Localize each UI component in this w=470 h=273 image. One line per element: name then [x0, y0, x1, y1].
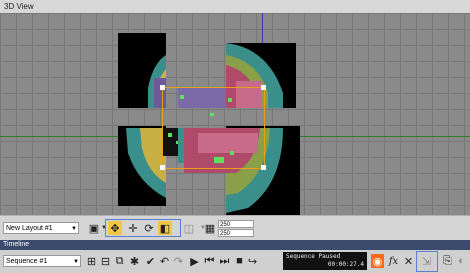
camera-icon[interactable]: ◫ [182, 221, 196, 235]
copy-icon[interactable]: ⎘ [441, 254, 454, 268]
scale-tool-icon[interactable]: ◧ [158, 221, 172, 235]
selection-box[interactable] [162, 87, 265, 169]
remove-icon[interactable]: ⊟ [99, 254, 112, 268]
check-icon[interactable]: ✔ [144, 254, 157, 268]
window-title: 3D View [0, 0, 470, 13]
timeline-header: Timeline [0, 240, 470, 250]
export-icon[interactable]: ⇲ [420, 254, 433, 268]
redo-icon[interactable]: ↷ [172, 254, 185, 268]
chevron-down-icon: ▼ [71, 226, 77, 232]
select-tool-icon[interactable]: ✥ [108, 221, 122, 235]
play-icon[interactable]: ▶ [188, 254, 201, 268]
resize-handle-top-left[interactable] [160, 85, 165, 90]
resize-handle-bottom-left[interactable] [160, 165, 165, 170]
view-toolbar: New Layout #1 ▼ ▣ ▼ ✥ ✛ ⟳ ◧ ◫ ▼ ▦ 250 25… [0, 215, 470, 241]
grid-icon[interactable]: ▦ [203, 221, 217, 235]
skip-forward-icon[interactable]: ⏭ [218, 254, 231, 268]
undo-icon[interactable]: ↶ [158, 254, 171, 268]
record-icon[interactable]: ◉ [371, 254, 384, 268]
playback-status: Sequence Paused 00:00:27.4 [283, 252, 367, 270]
toggle-icon[interactable]: ◐ [455, 254, 468, 268]
height-field[interactable]: 250 [218, 229, 254, 237]
settings-icon[interactable]: ✱ [128, 254, 141, 268]
layout-dropdown-value: New Layout #1 [6, 225, 53, 232]
sequence-dropdown[interactable]: Sequence #1 ▼ [3, 255, 81, 267]
add-icon[interactable]: ⊞ [85, 254, 98, 268]
width-field[interactable]: 250 [218, 220, 254, 228]
move-tool-icon[interactable]: ✛ [126, 221, 140, 235]
resize-handle-bottom-right[interactable] [261, 165, 266, 170]
sequence-dropdown-value: Sequence #1 [6, 258, 48, 265]
stop-icon[interactable]: ■ [233, 254, 246, 268]
rotate-tool-icon[interactable]: ⟳ [142, 221, 156, 235]
loop-icon[interactable]: ↪ [246, 254, 259, 268]
chevron-down-icon: ▼ [73, 259, 79, 265]
duplicate-icon[interactable]: ⧉ [113, 254, 126, 268]
status-text: Sequence Paused [286, 253, 341, 260]
3d-viewport[interactable] [0, 13, 470, 215]
timeline-toolbar: Sequence #1 ▼ ⊞ ⊟ ⧉ ✱ ✔ ↶ ↷ ▶ ⏮ ⏭ ■ ↪ Se… [0, 250, 470, 273]
fx-button[interactable]: fx [387, 254, 400, 268]
resize-handle-top-right[interactable] [261, 85, 266, 90]
status-timecode: 00:00:27.4 [327, 261, 364, 268]
close-icon[interactable]: ✕ [402, 254, 415, 268]
quadrant-top-left [118, 33, 166, 108]
layout-dropdown[interactable]: New Layout #1 ▼ [3, 222, 79, 234]
skip-back-icon[interactable]: ⏮ [203, 254, 216, 268]
